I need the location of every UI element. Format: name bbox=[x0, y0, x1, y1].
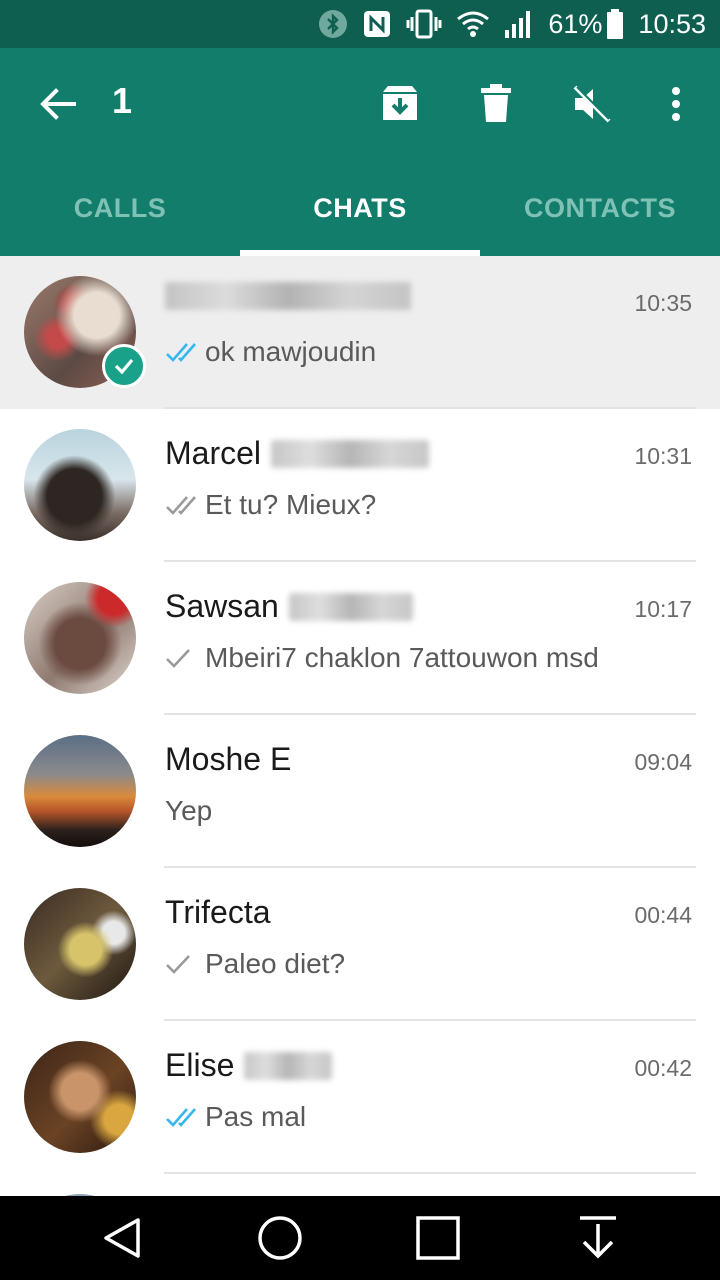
double-blue-tick-icon bbox=[165, 338, 201, 366]
avatar bbox=[24, 582, 136, 694]
signal-icon bbox=[504, 7, 534, 41]
vibrate-icon bbox=[406, 7, 442, 41]
recents-nav-icon[interactable] bbox=[410, 1210, 466, 1266]
tab-calls[interactable]: CALLS bbox=[0, 160, 240, 256]
message-time: 10:31 bbox=[634, 443, 692, 469]
divider bbox=[164, 1019, 696, 1021]
last-message: Pas mal bbox=[165, 1101, 306, 1133]
chat-row[interactable]: 10:35 ok mawjoudin bbox=[0, 256, 720, 409]
divider bbox=[164, 560, 696, 562]
more-icon[interactable] bbox=[650, 78, 702, 130]
tab-contacts[interactable]: CONTACTS bbox=[480, 160, 720, 256]
back-arrow-icon[interactable] bbox=[36, 82, 80, 126]
battery-percent: 61% bbox=[548, 8, 603, 39]
chat-list[interactable]: 10:35 ok mawjoudin Marcel 10:31 Et tu? M… bbox=[0, 256, 720, 1196]
chat-row[interactable]: Trifecta 00:44 Paleo diet? bbox=[0, 866, 720, 1021]
mute-icon[interactable] bbox=[566, 78, 618, 130]
redacted-name bbox=[288, 592, 413, 621]
contact-name: Trifecta bbox=[165, 894, 271, 930]
chat-row[interactable]: Sawsan 10:17 Mbeiri7 chaklon 7attouwon m… bbox=[0, 560, 720, 715]
last-message: Paleo diet? bbox=[165, 948, 345, 980]
tab-chats[interactable]: CHATS bbox=[240, 160, 480, 256]
double-grey-tick-icon bbox=[165, 491, 201, 519]
battery-icon bbox=[606, 7, 624, 41]
contact-name: Sawsan bbox=[165, 588, 413, 625]
last-message: Et tu? Mieux? bbox=[165, 489, 376, 521]
divider bbox=[164, 407, 696, 409]
bluetooth-icon bbox=[318, 7, 348, 41]
back-nav-icon[interactable] bbox=[94, 1210, 150, 1266]
archive-icon[interactable] bbox=[374, 78, 426, 130]
selection-app-bar: 1 bbox=[0, 48, 720, 160]
message-time: 10:17 bbox=[634, 596, 692, 622]
double-blue-tick-icon bbox=[165, 1103, 201, 1131]
divider bbox=[164, 713, 696, 715]
last-message: ok mawjoudin bbox=[165, 336, 376, 368]
single-grey-tick-icon bbox=[165, 950, 201, 978]
chat-row[interactable]: Marcel 10:31 Et tu? Mieux? bbox=[0, 407, 720, 562]
delete-icon[interactable] bbox=[470, 78, 522, 130]
message-time: 00:42 bbox=[634, 1055, 692, 1081]
divider bbox=[164, 1172, 696, 1174]
redacted-name bbox=[271, 439, 430, 468]
divider bbox=[164, 866, 696, 868]
message-time: 10:35 bbox=[634, 290, 692, 316]
avatar bbox=[24, 429, 136, 541]
last-message: Mbeiri7 chaklon 7attouwon msd bbox=[165, 642, 599, 674]
single-grey-tick-icon bbox=[165, 644, 201, 672]
tab-bar: CALLS CHATS CONTACTS bbox=[0, 160, 720, 256]
contact-name bbox=[165, 282, 411, 310]
avatar bbox=[24, 888, 136, 1000]
contact-name: Moshe E bbox=[165, 741, 292, 777]
avatar bbox=[24, 735, 136, 847]
system-nav-bar bbox=[0, 1196, 720, 1280]
message-time: 00:44 bbox=[634, 902, 692, 928]
last-message: Yep bbox=[165, 795, 213, 826]
message-time: 09:04 bbox=[634, 749, 692, 775]
selected-count: 1 bbox=[112, 80, 133, 121]
chat-row[interactable] bbox=[0, 1172, 720, 1196]
avatar bbox=[24, 1041, 136, 1153]
selected-check-icon bbox=[102, 344, 146, 388]
wifi-icon bbox=[456, 7, 490, 41]
contact-name: Marcel bbox=[165, 435, 430, 472]
redacted-name bbox=[165, 282, 411, 310]
clock: 10:53 bbox=[638, 8, 706, 39]
notification-pull-icon[interactable] bbox=[570, 1210, 626, 1266]
home-nav-icon[interactable] bbox=[252, 1210, 308, 1266]
nfc-icon bbox=[362, 7, 392, 41]
chat-row[interactable]: Elise 00:42 Pas mal bbox=[0, 1019, 720, 1174]
status-bar: 61% 10:53 bbox=[0, 0, 720, 48]
redacted-name bbox=[244, 1051, 333, 1080]
chat-row[interactable]: Moshe E 09:04 Yep bbox=[0, 713, 720, 868]
contact-name: Elise bbox=[165, 1047, 333, 1084]
